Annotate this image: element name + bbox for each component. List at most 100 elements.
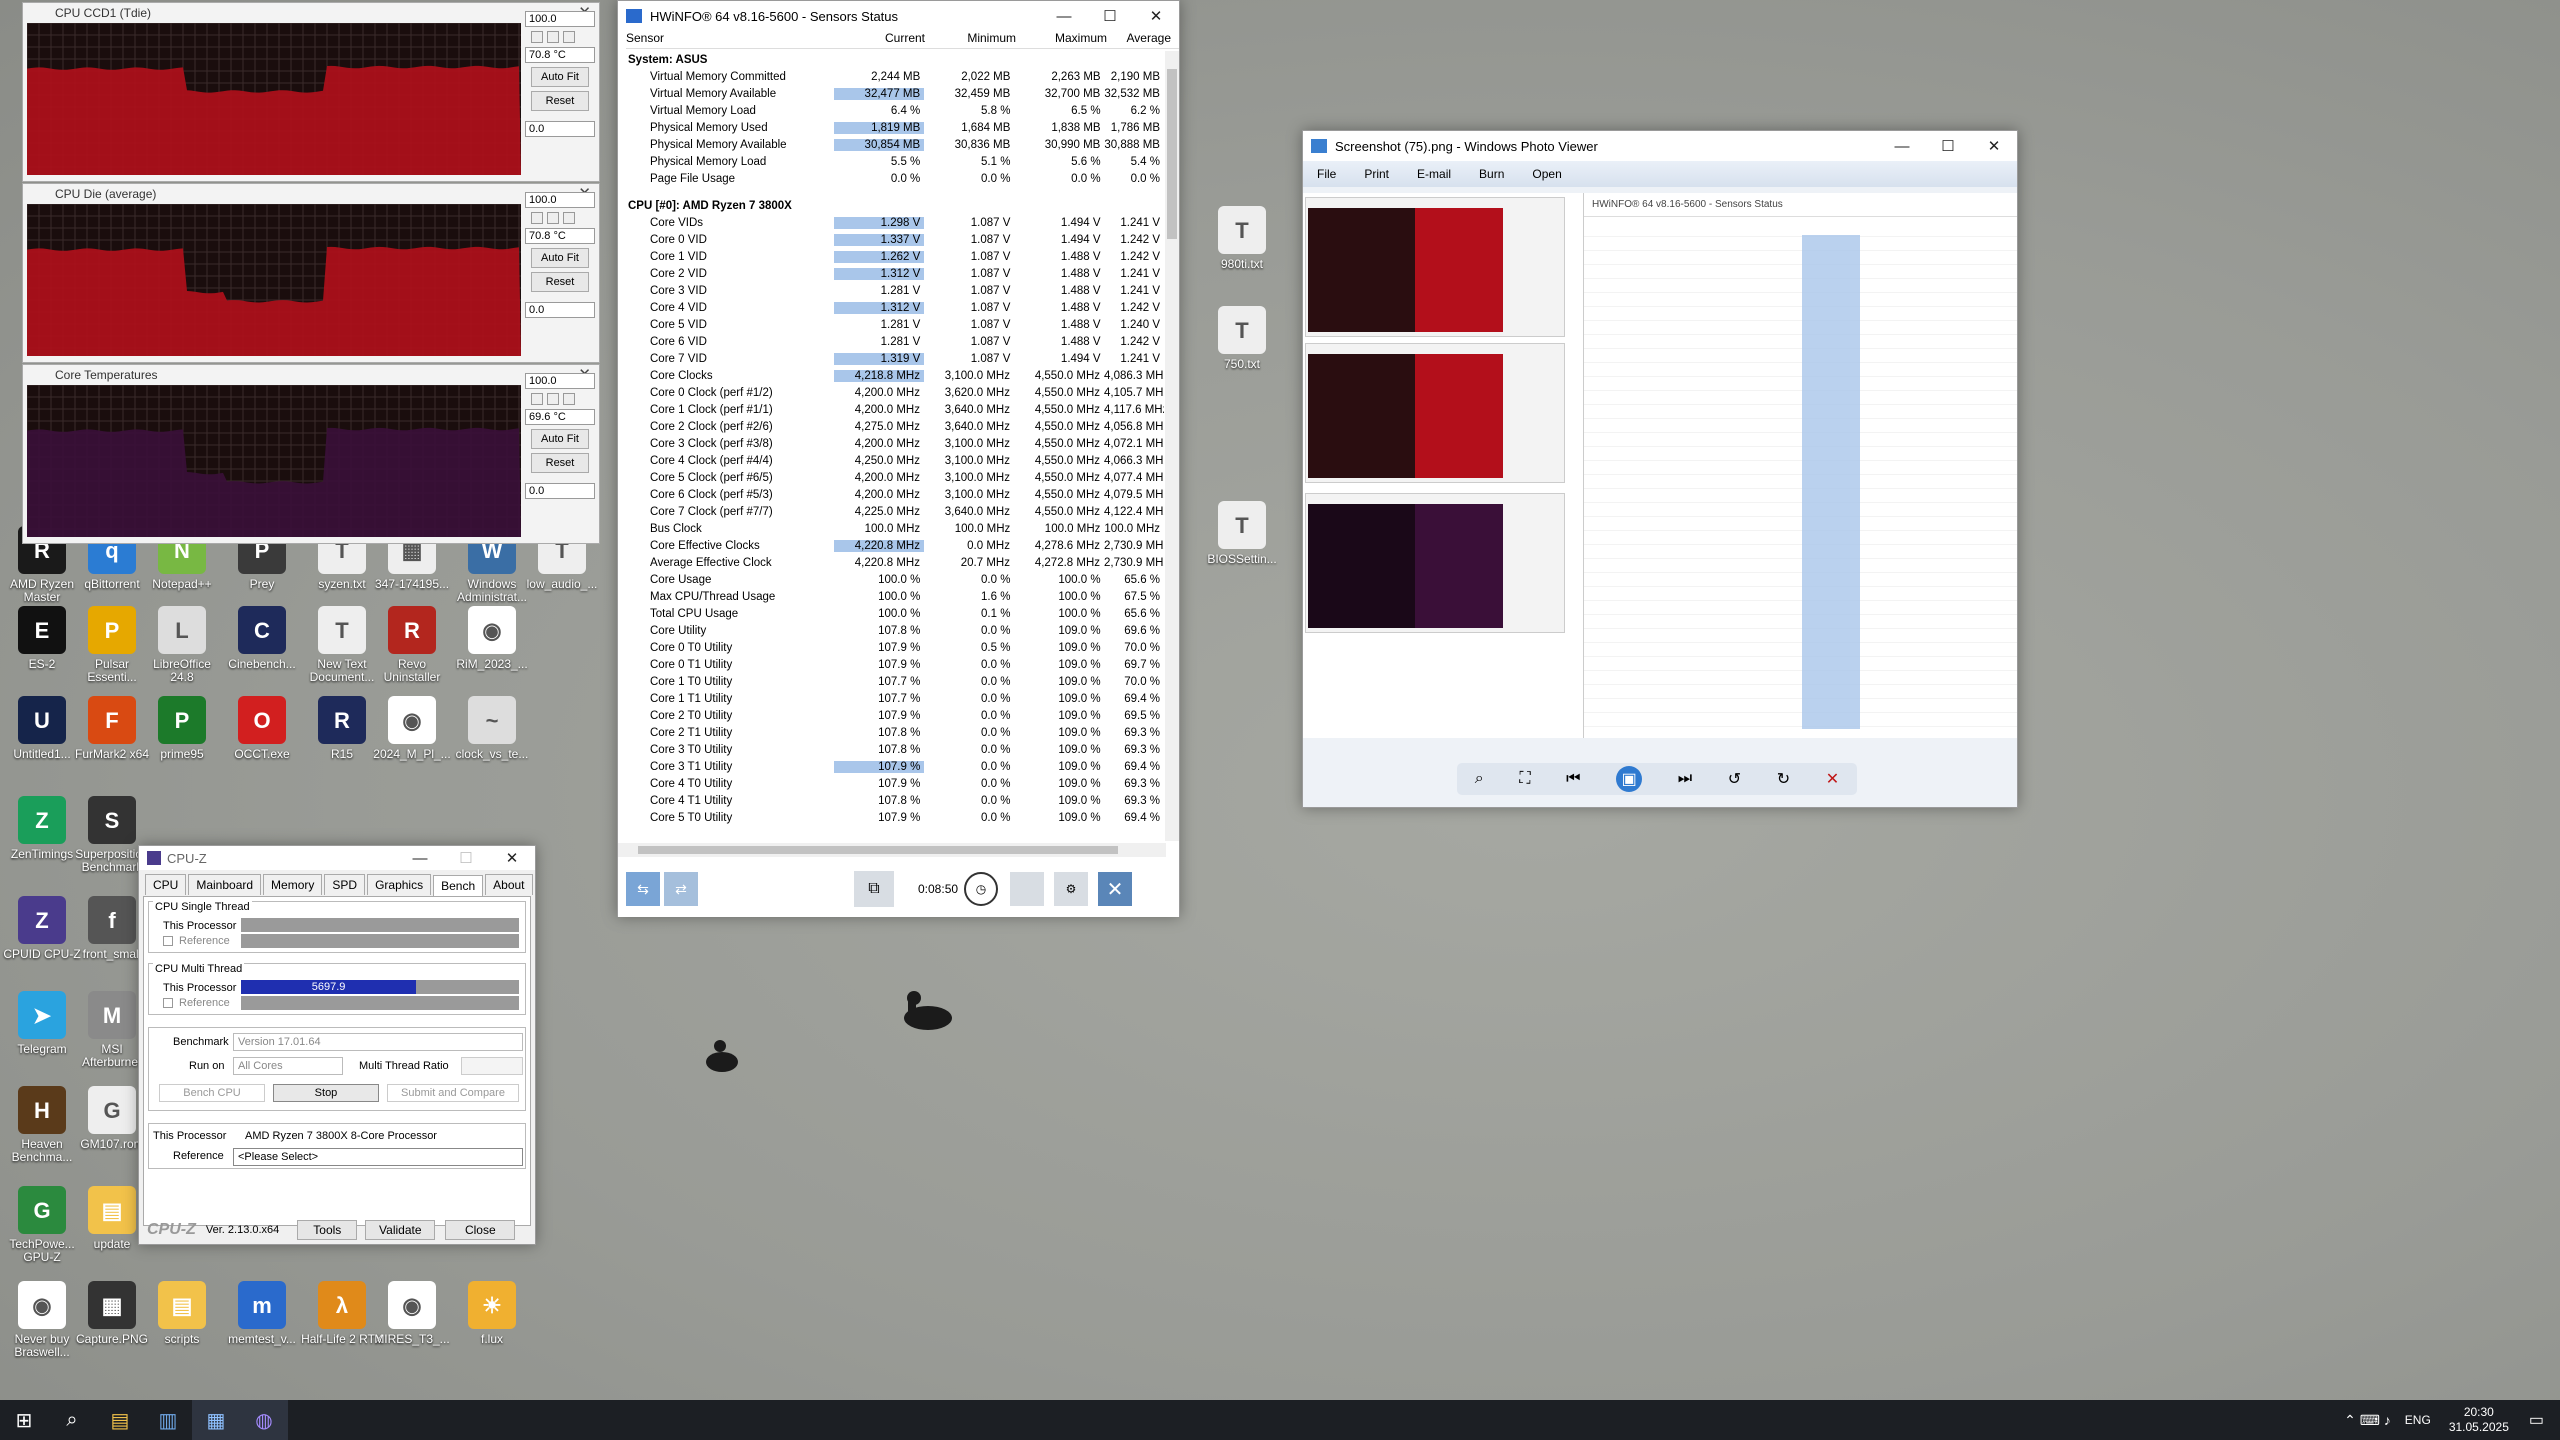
desktop-icon-memtest-v[interactable]: m memtest_v... bbox=[220, 1275, 304, 1385]
graph-max-field[interactable]: 100.0 bbox=[525, 11, 595, 27]
file-explorer-icon[interactable]: ▤ bbox=[96, 1400, 144, 1440]
reference-checkbox[interactable] bbox=[163, 936, 173, 946]
sensor-row[interactable]: Core Effective Clocks 4,220.8 MHz 0.0 MHz 4… bbox=[624, 537, 1164, 554]
actual-size-icon[interactable]: ⛶ bbox=[1519, 770, 1530, 788]
zoom-icon[interactable]: ⌕ bbox=[1475, 770, 1484, 788]
sensor-row[interactable]: Bus Clock 100.0 MHz 100.0 MHz 100.0 MHz 100.… bbox=[624, 520, 1164, 537]
sensor-row[interactable]: Core 5 VID 1.281 V 1.087 V 1.488 V 1.240 V bbox=[624, 316, 1164, 333]
tab-bench[interactable]: Bench bbox=[433, 875, 484, 896]
tab-spd[interactable]: SPD bbox=[324, 874, 366, 895]
desktop-icon-f-lux[interactable]: ☀ f.lux bbox=[450, 1275, 534, 1385]
submit-compare-button[interactable]: Submit and Compare bbox=[387, 1084, 519, 1102]
sensor-row[interactable]: Core 3 T1 Utility 107.9 % 0.0 % 109.0 % 69.4… bbox=[624, 758, 1164, 775]
sensor-row[interactable]: Core 4 Clock (perf #4/4) 4,250.0 MHz 3,100… bbox=[624, 452, 1164, 469]
auto-fit-button[interactable]: Auto Fit bbox=[531, 248, 589, 268]
sensor-row[interactable]: Core Usage 100.0 % 0.0 % 100.0 % 65.6 % bbox=[624, 571, 1164, 588]
bench-cpu-button[interactable]: Bench CPU bbox=[159, 1084, 265, 1102]
sensor-row[interactable]: Core 1 T1 Utility 107.7 % 0.0 % 109.0 % 69.4… bbox=[624, 690, 1164, 707]
sensor-row[interactable]: Core 2 T0 Utility 107.9 % 0.0 % 109.0 % 69.5… bbox=[624, 707, 1164, 724]
language-indicator[interactable]: ENG bbox=[2405, 1413, 2431, 1427]
sensor-row[interactable]: Core 6 Clock (perf #5/3) 4,200.0 MHz 3,100… bbox=[624, 486, 1164, 503]
sensor-row[interactable]: Physical Memory Available 30,854 MB 30,836… bbox=[624, 136, 1164, 153]
validate-button[interactable]: Validate bbox=[365, 1220, 436, 1240]
sensor-row[interactable]: Max CPU/Thread Usage 100.0 % 1.6 % 100.0 % 6… bbox=[624, 588, 1164, 605]
cpuz-taskbar-icon[interactable]: ◍ bbox=[240, 1400, 288, 1440]
sensor-row[interactable]: Virtual Memory Load 6.4 % 5.8 % 6.5 % 6.2 % bbox=[624, 102, 1164, 119]
sensor-row[interactable]: Core 5 Clock (perf #6/5) 4,200.0 MHz 3,100… bbox=[624, 469, 1164, 486]
photo-viewer-taskbar-icon[interactable]: ▦ bbox=[192, 1400, 240, 1440]
desktop-icon-2024-m-pl[interactable]: ◉ 2024_M_Pl_... bbox=[370, 690, 454, 800]
graph-min-field[interactable]: 0.0 bbox=[525, 483, 595, 499]
col-minimum[interactable]: Minimum bbox=[929, 31, 1020, 48]
sensor-row[interactable]: Core 5 T0 Utility 107.9 % 0.0 % 109.0 % 69.4… bbox=[624, 809, 1164, 826]
collapse-arrows-icon[interactable]: ⇄ bbox=[664, 872, 698, 906]
desktop-icon-biossettin[interactable]: T BIOSSettin... bbox=[1200, 495, 1284, 605]
desktop-icon-750-txt[interactable]: T 750.txt bbox=[1200, 300, 1284, 410]
sensor-row[interactable]: Core 3 T0 Utility 107.8 % 0.0 % 109.0 % 69.3… bbox=[624, 741, 1164, 758]
sensor-row[interactable]: Core 2 T1 Utility 107.8 % 0.0 % 109.0 % 69.3… bbox=[624, 724, 1164, 741]
reset-button[interactable]: Reset bbox=[531, 91, 589, 111]
sensor-row[interactable]: Core 0 VID 1.337 V 1.087 V 1.494 V 1.242 V bbox=[624, 231, 1164, 248]
option-checkbox[interactable] bbox=[563, 31, 575, 43]
col-average[interactable]: Average bbox=[1111, 31, 1171, 48]
reference-select[interactable]: <Please Select> bbox=[233, 1148, 523, 1166]
notifications-icon[interactable]: ▭ bbox=[2529, 1410, 2544, 1430]
desktop-icon-980ti-txt[interactable]: T 980ti.txt bbox=[1200, 200, 1284, 310]
graph-min-field[interactable]: 0.0 bbox=[525, 302, 595, 318]
settings-icon[interactable]: ⚙ bbox=[1054, 872, 1089, 906]
search-icon[interactable]: ⌕ bbox=[48, 1400, 96, 1440]
sensor-row[interactable]: Core 4 T0 Utility 107.9 % 0.0 % 109.0 % 69.3… bbox=[624, 775, 1164, 792]
sensor-row[interactable]: Core 1 VID 1.262 V 1.087 V 1.488 V 1.242 V bbox=[624, 248, 1164, 265]
sensor-row[interactable]: Core 1 T0 Utility 107.7 % 0.0 % 109.0 % 70.0… bbox=[624, 673, 1164, 690]
graph-min-field[interactable]: 0.0 bbox=[525, 121, 595, 137]
sensor-row[interactable]: Core 2 Clock (perf #2/6) 4,275.0 MHz 3,640… bbox=[624, 418, 1164, 435]
sensor-row[interactable]: Total CPU Usage 100.0 % 0.1 % 100.0 % 65.6 % bbox=[624, 605, 1164, 622]
delete-icon[interactable]: ✕ bbox=[1826, 769, 1839, 789]
graph-max-field[interactable]: 100.0 bbox=[525, 192, 595, 208]
menu-file[interactable]: File bbox=[1317, 167, 1336, 181]
sensor-row[interactable]: Core 3 Clock (perf #3/8) 4,200.0 MHz 3,100… bbox=[624, 435, 1164, 452]
maximize-button[interactable]: ☐ bbox=[443, 846, 489, 870]
horizontal-scrollbar[interactable] bbox=[618, 843, 1166, 857]
sensor-row[interactable]: Physical Memory Load 5.5 % 5.1 % 5.6 % 5.4 % bbox=[624, 153, 1164, 170]
sensor-row[interactable]: Core 1 Clock (perf #1/1) 4,200.0 MHz 3,640… bbox=[624, 401, 1164, 418]
nav-arrows-icon[interactable]: ⇆ bbox=[626, 872, 660, 906]
maximize-button[interactable]: ☐ bbox=[1925, 131, 1971, 161]
reset-button[interactable]: Reset bbox=[531, 272, 589, 292]
slideshow-icon[interactable]: ▣ bbox=[1616, 766, 1643, 792]
rotate-left-icon[interactable]: ↺ bbox=[1728, 769, 1741, 789]
col-maximum[interactable]: Maximum bbox=[1020, 31, 1111, 48]
graph-max-field[interactable]: 100.0 bbox=[525, 373, 595, 389]
sensor-row[interactable]: Core VIDs 1.298 V 1.087 V 1.494 V 1.241 V bbox=[624, 214, 1164, 231]
close-button[interactable]: ✕ bbox=[1133, 1, 1179, 31]
tab-cpu[interactable]: CPU bbox=[145, 874, 187, 895]
close-button[interactable]: ✕ bbox=[489, 846, 535, 870]
option-checkbox[interactable] bbox=[547, 212, 559, 224]
runon-select[interactable]: All Cores bbox=[233, 1057, 343, 1075]
menu-burn[interactable]: Burn bbox=[1479, 167, 1504, 181]
sensor-row[interactable]: Core 0 T0 Utility 107.9 % 0.5 % 109.0 % 70.0… bbox=[624, 639, 1164, 656]
reference-checkbox[interactable] bbox=[163, 998, 173, 1008]
sensor-row[interactable]: Core 7 VID 1.319 V 1.087 V 1.494 V 1.241 V bbox=[624, 350, 1164, 367]
reset-button[interactable]: Reset bbox=[531, 453, 589, 473]
desktop-icon-scripts[interactable]: ▤ scripts bbox=[140, 1275, 224, 1385]
auto-fit-button[interactable]: Auto Fit bbox=[531, 429, 589, 449]
clock[interactable]: 20:30 31.05.2025 bbox=[2449, 1405, 2509, 1435]
benchmark-select[interactable]: Version 17.01.64 bbox=[233, 1033, 523, 1051]
option-checkbox[interactable] bbox=[563, 212, 575, 224]
desktop-icon-mires-t3[interactable]: ◉ MIRES_T3_... bbox=[370, 1275, 454, 1385]
rotate-right-icon[interactable]: ↻ bbox=[1777, 769, 1790, 789]
option-checkbox[interactable] bbox=[547, 393, 559, 405]
desktop-icon-clock-vs-te[interactable]: ~ clock_vs_te... bbox=[450, 690, 534, 800]
minimize-button[interactable]: — bbox=[397, 846, 443, 870]
minimize-button[interactable]: — bbox=[1879, 131, 1925, 161]
col-sensor[interactable]: Sensor bbox=[626, 31, 838, 48]
sensor-row[interactable]: Core 6 VID 1.281 V 1.087 V 1.488 V 1.242 V bbox=[624, 333, 1164, 350]
option-checkbox[interactable] bbox=[563, 393, 575, 405]
maximize-button[interactable]: ☐ bbox=[1087, 1, 1133, 31]
close-icon[interactable]: ✕ bbox=[1098, 872, 1133, 906]
sensor-row[interactable]: Core 3 VID 1.281 V 1.087 V 1.488 V 1.241 V bbox=[624, 282, 1164, 299]
tray-icons[interactable]: ⌃ ⌨ ♪ bbox=[2344, 1412, 2391, 1429]
option-checkbox[interactable] bbox=[531, 393, 543, 405]
desktop-icon-occt-exe[interactable]: O OCCT.exe bbox=[220, 690, 304, 800]
